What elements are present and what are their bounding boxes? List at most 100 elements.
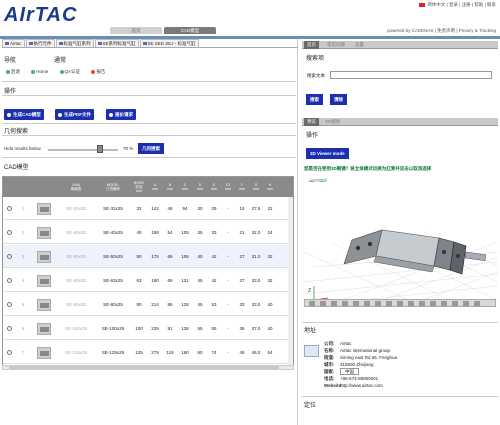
clear-button[interactable]: 清除 bbox=[330, 94, 347, 105]
tab-faq[interactable]: 常见问题 bbox=[324, 41, 348, 49]
3d-model-preview[interactable]: Z bbox=[304, 182, 498, 307]
tab-actuators[interactable]: 执行元件 bbox=[25, 39, 55, 47]
row-radio[interactable] bbox=[3, 245, 15, 268]
row-thumbnail[interactable] bbox=[31, 341, 57, 364]
website-link[interactable]: http://www.airtac.com bbox=[340, 383, 383, 388]
cylinder-thumbnail-icon bbox=[37, 250, 51, 263]
table-row[interactable]: 3 SE-50x25 SE-50x25 50 175 69 106 40 42 - 27 31.0 32 bbox=[3, 245, 293, 268]
viewer-tool-icon[interactable] bbox=[386, 301, 392, 306]
viewer-tool-icon[interactable] bbox=[331, 301, 337, 306]
column-header[interactable]: F mm bbox=[235, 177, 249, 197]
3d-viewer-mode-button[interactable]: 3D Viewer mode bbox=[306, 148, 349, 159]
table-row[interactable]: 5 SE-80x25 SE-80x25 80 214 86 128 45 53 - 33 33.0 40 bbox=[3, 293, 293, 316]
column-header[interactable]: G mm bbox=[249, 177, 263, 197]
row-thumbnail[interactable] bbox=[31, 221, 57, 244]
radio-button[interactable] bbox=[6, 230, 12, 235]
row-thumbnail[interactable] bbox=[31, 197, 57, 220]
viewer-tool-icon[interactable] bbox=[452, 301, 458, 306]
row-thumbnail[interactable] bbox=[31, 317, 57, 340]
column-header[interactable]: BORE 缸径 mm bbox=[131, 177, 147, 197]
tab-airtac[interactable]: Airtac bbox=[2, 39, 25, 47]
qa-link[interactable]: QA认证 bbox=[59, 69, 86, 74]
powered-by-links[interactable]: powered by CADENAS | 免责声明 | Privacy & Tr… bbox=[387, 28, 496, 34]
scrollbar-thumb[interactable] bbox=[9, 366, 279, 369]
tab-standard-cylinders[interactable]: 标准气缸系列 bbox=[55, 39, 94, 47]
tab-settings[interactable]: 设置 bbox=[352, 41, 367, 49]
viewer-tool-icon[interactable] bbox=[353, 301, 359, 306]
column-header[interactable] bbox=[3, 177, 15, 197]
home-link[interactable]: Home bbox=[31, 69, 53, 74]
report-link[interactable]: 报告 bbox=[91, 69, 110, 74]
table-row[interactable]: 2 SE-40x25 SE-40x25 40 159 54 105 35 33 - 21 32.0 24 bbox=[3, 221, 293, 244]
request-quote-button[interactable]: 报价请求 bbox=[106, 109, 136, 120]
viewer-tool-icon[interactable] bbox=[320, 301, 326, 306]
column-header[interactable]: E mm bbox=[207, 177, 221, 197]
column-header[interactable] bbox=[15, 177, 31, 197]
row-thumbnail[interactable] bbox=[31, 245, 57, 268]
tab-home-panel[interactable]: 首页 bbox=[304, 41, 319, 49]
tab-se-sed-sej[interactable]: SE SED SEJ - 标准气缸 bbox=[139, 39, 199, 47]
airtac-logo[interactable]: AIrTAC bbox=[4, 4, 77, 27]
viewer-tool-icon[interactable] bbox=[419, 301, 425, 306]
column-header[interactable]: LINA 明细表 bbox=[57, 177, 95, 197]
top-links[interactable]: 简体中文 | 登录 | 注册 | 帮助 | 联系 bbox=[419, 2, 496, 8]
tab-se-series[interactable]: SE系列标准气缸 bbox=[94, 39, 139, 47]
generate-cad-button[interactable]: 生成CAD模型 bbox=[4, 109, 44, 120]
search-button[interactable]: 搜索 bbox=[306, 94, 323, 105]
viewer-tool-icon[interactable] bbox=[474, 301, 480, 306]
table-row[interactable]: 6 SE-100x25 SE-100x25 100 229 91 138 55 55 - 36 37.… bbox=[3, 317, 293, 340]
viewer-tool-icon[interactable] bbox=[441, 301, 447, 306]
tab-3d-view[interactable]: 3D视图 bbox=[322, 118, 343, 126]
row-radio[interactable] bbox=[3, 293, 15, 316]
column-header[interactable]: C mm bbox=[177, 177, 193, 197]
table-row[interactable]: 1 SE-32x25 SE-32x25 32 142 48 94 30 29 - 19 27.5 22 bbox=[3, 197, 293, 220]
column-header[interactable]: E1 mm bbox=[221, 177, 235, 197]
row-radio[interactable] bbox=[3, 341, 15, 364]
viewer-tool-icon[interactable] bbox=[364, 301, 370, 306]
cell-e1: - bbox=[227, 278, 229, 283]
table-horizontal-scrollbar[interactable] bbox=[2, 365, 294, 370]
row-radio[interactable] bbox=[3, 197, 15, 220]
viewer-tool-icon[interactable] bbox=[397, 301, 403, 306]
row-radio[interactable] bbox=[3, 221, 15, 244]
column-header[interactable]: D mm bbox=[193, 177, 207, 197]
table-vertical-scrollbar[interactable] bbox=[288, 197, 293, 365]
pdf-icon bbox=[58, 112, 62, 117]
viewer-tool-icon[interactable] bbox=[430, 301, 436, 306]
row-thumbnail[interactable] bbox=[31, 269, 57, 292]
radio-button[interactable] bbox=[6, 254, 12, 259]
radio-button[interactable] bbox=[6, 278, 12, 283]
geometry-search-button[interactable]: 几何搜索 bbox=[138, 143, 164, 154]
radio-button[interactable] bbox=[6, 206, 12, 211]
slider-handle[interactable] bbox=[97, 145, 103, 153]
row-radio[interactable] bbox=[3, 317, 15, 340]
generate-pdf-button[interactable]: 生成PDF文件 bbox=[55, 109, 94, 120]
cell-e: 42 bbox=[211, 254, 217, 259]
table-row[interactable]: 7 SE-125x25 SE-125x25 125 279 119 160 60 74 - 45 46… bbox=[3, 341, 293, 364]
radio-button[interactable] bbox=[6, 350, 12, 355]
similarity-slider[interactable] bbox=[48, 149, 118, 151]
table-row[interactable]: 4 SE-63x25 SE-63x25 63 190 69 121 45 42 - 27 33.0 32 bbox=[3, 269, 293, 292]
viewer-tool-icon[interactable] bbox=[408, 301, 414, 306]
tab-cad-model[interactable]: CAD模型 bbox=[164, 27, 216, 34]
row-thumbnail[interactable] bbox=[31, 293, 57, 316]
search-input[interactable] bbox=[330, 71, 492, 79]
column-header[interactable]: A mm bbox=[147, 177, 163, 197]
viewer-tool-icon[interactable] bbox=[375, 301, 381, 306]
viewer-tool-icon[interactable] bbox=[309, 301, 315, 306]
divider bbox=[2, 123, 296, 124]
address-value: Siming east Rd 65, Fenghua bbox=[340, 355, 398, 360]
row-radio[interactable] bbox=[3, 269, 15, 292]
tab-preview[interactable]: 预览 bbox=[304, 118, 319, 126]
column-header[interactable]: H mm bbox=[263, 177, 277, 197]
back-link[interactable]: 后退 bbox=[6, 69, 25, 74]
column-header[interactable]: MODEL 订货编号 bbox=[95, 177, 131, 197]
viewer-tool-icon[interactable] bbox=[463, 301, 469, 306]
radio-button[interactable] bbox=[6, 326, 12, 331]
viewer-tool-icon[interactable] bbox=[342, 301, 348, 306]
radio-button[interactable] bbox=[6, 302, 12, 307]
tab-home[interactable]: 首页 bbox=[110, 27, 162, 34]
column-header[interactable] bbox=[31, 177, 57, 197]
cell-e1: - bbox=[227, 206, 229, 211]
column-header[interactable]: B mm bbox=[163, 177, 177, 197]
